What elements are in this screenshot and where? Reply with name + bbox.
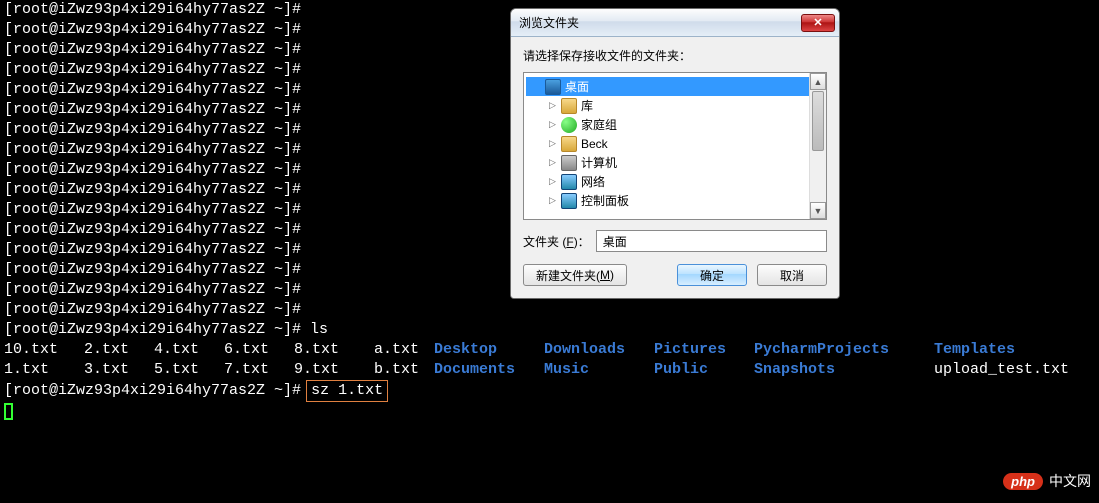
tree-item-label: 桌面 <box>565 78 589 95</box>
expand-icon[interactable] <box>532 82 541 91</box>
folder-path-input[interactable] <box>596 230 827 252</box>
tree-item[interactable]: ▷库 <box>526 96 824 115</box>
tree-item[interactable]: ▷ Beck <box>526 134 824 153</box>
tree-item[interactable]: ▷ 控制面板 <box>526 191 824 210</box>
browse-folder-dialog: 浏览文件夹 ✕ 请选择保存接收文件的文件夹： 桌面▷库▷家庭组▷Beck▷计算机… <box>510 8 840 299</box>
folder-path-label: 文件夹 (F)： <box>523 233 590 250</box>
ls-entry: Templates <box>934 340 1084 360</box>
folder-icon <box>561 193 577 209</box>
tree-item-label: 库 <box>581 97 593 114</box>
tree-item-label: Beck <box>581 137 608 151</box>
ls-entry: 9.txt <box>294 360 374 380</box>
ls-entry: 6.txt <box>224 340 294 360</box>
ls-entry: 5.txt <box>154 360 224 380</box>
cursor-icon <box>4 403 13 420</box>
ls-entry: Desktop <box>434 340 544 360</box>
folder-icon <box>561 174 577 190</box>
tree-item-label: 计算机 <box>581 154 617 171</box>
folder-icon <box>561 155 577 171</box>
ls-row: 10.txt2.txt4.txt6.txt8.txta.txtDesktopDo… <box>4 340 1095 360</box>
expand-icon[interactable]: ▷ <box>548 177 557 186</box>
scroll-up-button[interactable]: ▲ <box>810 73 826 90</box>
folder-tree[interactable]: 桌面▷库▷家庭组▷Beck▷计算机▷网络▷控制面板 <box>523 72 827 220</box>
folder-icon <box>561 136 577 152</box>
dialog-titlebar[interactable]: 浏览文件夹 ✕ <box>511 9 839 37</box>
ls-row: 1.txt3.txt5.txt7.txt9.txtb.txtDocumentsM… <box>4 360 1095 380</box>
ok-button[interactable]: 确定 <box>677 264 747 286</box>
dialog-button-row: 新建文件夹(M) 确定 取消 <box>523 264 827 286</box>
terminal-line: [root@iZwz93p4xi29i64hy77as2Z ~]# ls <box>4 320 1095 340</box>
tree-scrollbar[interactable]: ▲ ▼ <box>809 73 826 219</box>
watermark: php 中文网 <box>1003 471 1091 491</box>
tree-item[interactable]: 桌面 <box>526 77 824 96</box>
tree-item-label: 控制面板 <box>581 192 629 209</box>
terminal-cursor-line <box>4 402 1095 422</box>
expand-icon[interactable]: ▷ <box>548 196 557 205</box>
ls-entry: b.txt <box>374 360 434 380</box>
ls-entry: Snapshots <box>754 360 934 380</box>
watermark-logo: php <box>1003 473 1043 490</box>
folder-path-row: 文件夹 (F)： <box>523 230 827 252</box>
tree-item[interactable]: ▷ 网络 <box>526 172 824 191</box>
ls-entry: PycharmProjects <box>754 340 934 360</box>
expand-icon[interactable]: ▷ <box>548 139 557 148</box>
expand-icon[interactable]: ▷ <box>548 158 557 167</box>
tree-item-label: 网络 <box>581 173 605 190</box>
ls-entry: 2.txt <box>84 340 154 360</box>
ls-entry: 4.txt <box>154 340 224 360</box>
ls-entry: 1.txt <box>4 360 84 380</box>
close-button[interactable]: ✕ <box>801 14 835 32</box>
ls-entry: Pictures <box>654 340 754 360</box>
ls-entry: 3.txt <box>84 360 154 380</box>
tree-item[interactable]: ▷ 计算机 <box>526 153 824 172</box>
expand-icon[interactable]: ▷ <box>548 101 557 110</box>
expand-icon[interactable]: ▷ <box>548 120 557 129</box>
tree-item[interactable]: ▷ 家庭组 <box>526 115 824 134</box>
watermark-text: 中文网 <box>1049 471 1091 491</box>
ls-entry: 8.txt <box>294 340 374 360</box>
tree-item-label: 家庭组 <box>581 116 617 133</box>
dialog-hint: 请选择保存接收文件的文件夹： <box>523 47 827 64</box>
current-command-highlight: sz 1.txt <box>306 380 388 402</box>
dialog-title: 浏览文件夹 <box>519 14 801 31</box>
dialog-body: 请选择保存接收文件的文件夹： 桌面▷库▷家庭组▷Beck▷计算机▷网络▷控制面板… <box>511 37 839 298</box>
ls-entry: 10.txt <box>4 340 84 360</box>
ls-entry: a.txt <box>374 340 434 360</box>
terminal-current-line[interactable]: [root@iZwz93p4xi29i64hy77as2Z ~]# sz 1.t… <box>4 380 1095 402</box>
new-folder-button[interactable]: 新建文件夹(M) <box>523 264 627 286</box>
scroll-thumb[interactable] <box>812 91 824 151</box>
ls-entry: upload_test.txt <box>934 360 1084 380</box>
cancel-button[interactable]: 取消 <box>757 264 827 286</box>
close-icon: ✕ <box>813 16 822 29</box>
ls-entry: Public <box>654 360 754 380</box>
terminal-line: [root@iZwz93p4xi29i64hy77as2Z ~]# <box>4 300 1095 320</box>
ls-entry: Music <box>544 360 654 380</box>
scroll-down-button[interactable]: ▼ <box>810 202 826 219</box>
folder-icon <box>561 98 577 114</box>
ls-entry: Documents <box>434 360 544 380</box>
ls-entry: Downloads <box>544 340 654 360</box>
folder-icon <box>545 79 561 95</box>
ls-entry: 7.txt <box>224 360 294 380</box>
folder-icon <box>561 117 577 133</box>
